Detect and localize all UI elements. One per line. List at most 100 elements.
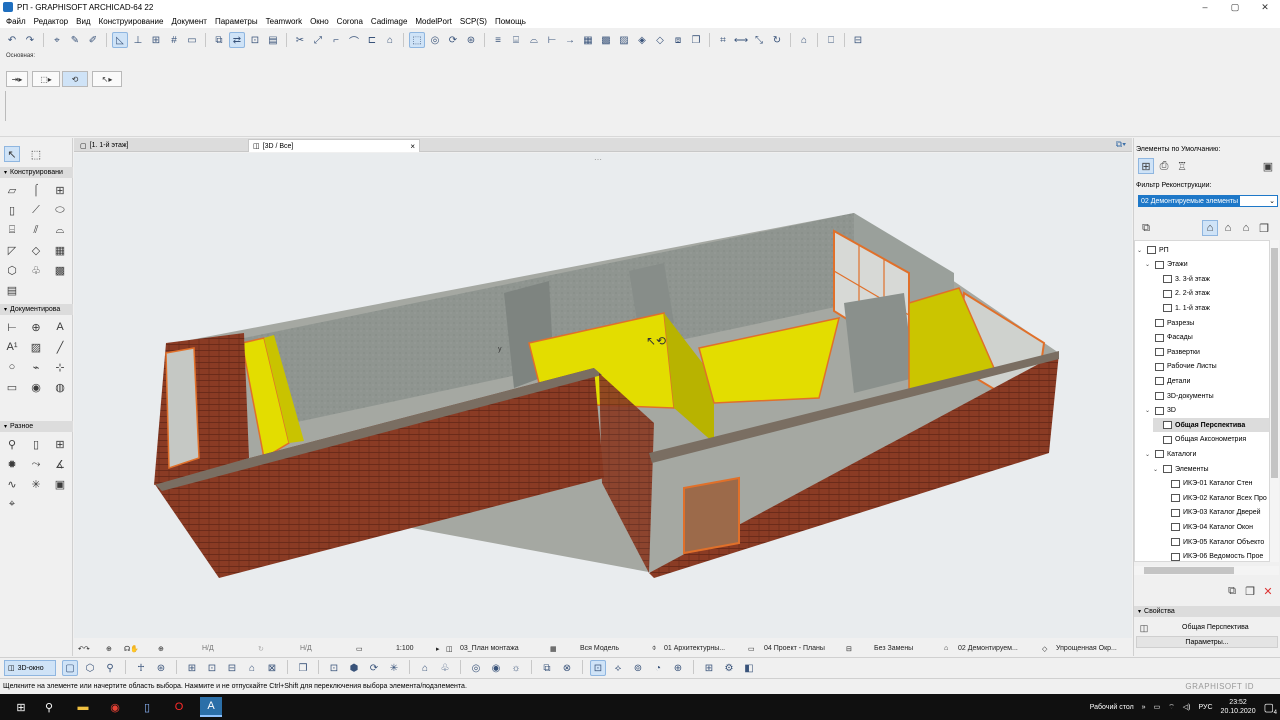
marquee-icon[interactable]: ⊡ xyxy=(247,32,263,48)
text-tool-icon[interactable]: A xyxy=(52,319,68,335)
tree-item[interactable]: 3. 3-й этаж xyxy=(1153,272,1269,286)
menu-help[interactable]: Помощь xyxy=(491,17,530,26)
tree-item[interactable]: ИКЭ-03 Каталог Дверей xyxy=(1161,506,1269,520)
panel-menu-icon[interactable]: ▣ xyxy=(1260,158,1276,174)
properties-header[interactable]: ▾ Свойства xyxy=(1134,606,1280,617)
settings-button[interactable]: Параметры... xyxy=(1136,636,1278,648)
render-view-icon[interactable]: ⊠ xyxy=(264,660,280,676)
tree-item[interactable]: ⌄ РП xyxy=(1137,243,1269,257)
3d-viewport[interactable]: ↖⟲ y ⋯ xyxy=(74,153,1132,638)
rotate-3d-icon[interactable]: ⟳ xyxy=(445,32,461,48)
rotate-icon[interactable]: ↻ xyxy=(258,643,264,654)
maximize-button[interactable]: ▢ xyxy=(1220,2,1250,13)
tray-chevron-icon[interactable]: » xyxy=(1142,704,1146,711)
selection-method-icon[interactable]: ⇥▸ xyxy=(6,71,28,87)
fill-tool-icon[interactable]: ▨ xyxy=(28,339,44,355)
clone-icon[interactable]: ❐ xyxy=(1242,583,1258,599)
door-tool-icon[interactable]: ⌠ xyxy=(28,182,44,198)
tab-floor-plan[interactable]: ▢ [1. 1-й этаж] xyxy=(76,139,246,152)
copy-icon[interactable]: ❐ xyxy=(688,32,704,48)
worksheet-tool-icon[interactable]: ▯ xyxy=(28,436,44,452)
settings-3d-icon[interactable]: ⚙ xyxy=(721,660,737,676)
lamp-tool-icon[interactable]: ✹ xyxy=(4,456,20,472)
zone-icon[interactable]: ◈ xyxy=(634,32,650,48)
offset-icon[interactable]: ⊏ xyxy=(364,32,380,48)
menu-window[interactable]: Окно xyxy=(306,17,333,26)
scale-value[interactable]: 1:100 xyxy=(396,643,414,654)
tree-toggle-icon[interactable]: ⌄ xyxy=(1153,466,1160,473)
eyedropper-icon[interactable]: ✎ xyxy=(67,32,83,48)
solid-operations-icon[interactable]: ◎ xyxy=(427,32,443,48)
dimension-value[interactable]: 04 Проект - Планы xyxy=(764,643,825,654)
section-box-icon[interactable]: ⧉ xyxy=(539,660,555,676)
stair-tool-icon[interactable]: ⌸ xyxy=(4,222,20,238)
polyline-tool-icon[interactable]: ⌁ xyxy=(28,359,44,375)
roof-tool-icon[interactable]: ⌓ xyxy=(52,222,68,238)
notification-icon[interactable]: ▢ 4 xyxy=(1264,701,1277,716)
windows-start-icon[interactable]: ⊞ xyxy=(10,697,32,717)
tab-3d-view[interactable]: ◫ [3D / Все] × xyxy=(248,139,420,152)
pen-set-value[interactable]: 01 Архитектурны... xyxy=(664,643,725,654)
tree-item[interactable]: ⌄ Каталоги xyxy=(1145,447,1269,461)
pattern-icon[interactable]: ▩ xyxy=(598,32,614,48)
scale-field-1[interactable]: Н/Д xyxy=(202,643,214,654)
tree-item[interactable]: ⌄ Этажи xyxy=(1145,258,1269,272)
book-icon[interactable]: ⎕ xyxy=(823,32,839,48)
volume-icon[interactable]: ◁) xyxy=(1183,703,1191,711)
file-explorer-icon[interactable]: ▬ xyxy=(72,697,94,717)
tree-toggle-icon[interactable]: ⌄ xyxy=(1145,451,1152,458)
suspend-groups-icon[interactable]: ▭ xyxy=(184,32,200,48)
star-tool-icon[interactable]: ✳ xyxy=(28,476,44,492)
split-icon[interactable]: ✂ xyxy=(292,32,308,48)
hatch-icon[interactable]: ▦ xyxy=(580,32,596,48)
filter-icon[interactable]: ⊞ xyxy=(701,660,717,676)
tree-icon[interactable]: ♧ xyxy=(437,660,453,676)
section-tool-icon[interactable]: ◉ xyxy=(28,379,44,395)
scale-field-2[interactable]: Н/Д xyxy=(300,643,312,654)
tree-item[interactable]: ⌄ Элементы xyxy=(1153,462,1269,476)
grid-tool-icon[interactable]: ⚲ xyxy=(4,436,20,452)
structure-value[interactable]: Упрощенная Окр... xyxy=(1056,643,1117,654)
skylight-tool-icon[interactable]: ◇ xyxy=(28,242,44,258)
layout-book-icon[interactable]: ⌂ xyxy=(1238,220,1254,236)
menu-modelport[interactable]: ModelPort xyxy=(411,17,455,26)
override-value[interactable]: Без Замены xyxy=(874,643,913,654)
window-tool-icon[interactable]: ⊞ xyxy=(52,182,68,198)
camera-tool-icon[interactable]: ⌖ xyxy=(4,496,20,512)
menu-document[interactable]: Документ xyxy=(167,17,211,26)
beam-tool-icon[interactable]: ⟋ xyxy=(28,202,44,218)
network-icon[interactable]: ▭ xyxy=(1154,703,1161,711)
menu-corona[interactable]: Corona xyxy=(333,17,367,26)
curtain-wall-tool-icon[interactable]: ▦ xyxy=(52,242,68,258)
misc-section-header[interactable]: ▾ Разное xyxy=(0,421,73,432)
archicad-taskbar-icon[interactable]: A xyxy=(200,697,222,717)
stack-icon[interactable]: ⧈ xyxy=(670,32,686,48)
tree-item[interactable]: ИКЭ-02 Каталог Всех Про xyxy=(1161,491,1269,505)
project-map-menu-icon[interactable]: ⧉ xyxy=(1138,220,1154,236)
tree-item[interactable]: Общая Аксонометрия xyxy=(1153,433,1269,447)
tree-item[interactable]: 2. 2-й этаж xyxy=(1153,287,1269,301)
trace-icon[interactable]: ⧉ xyxy=(211,32,227,48)
cube-icon[interactable]: ⬢ xyxy=(346,660,362,676)
arrow-tool-options-icon[interactable]: ↖▸ xyxy=(92,71,122,87)
mirror-icon[interactable]: ⟷ xyxy=(733,32,749,48)
menu-teamwork[interactable]: Teamwork xyxy=(262,17,306,26)
wifi-icon[interactable]: ⌔ xyxy=(1168,703,1175,712)
zone-tool-icon[interactable]: ▩ xyxy=(52,262,68,278)
intersect-icon[interactable]: ⌐ xyxy=(328,32,344,48)
tree-item[interactable]: Фасады xyxy=(1145,331,1269,345)
tab-overflow-icon[interactable]: ⧉▾ xyxy=(1116,139,1126,150)
level-dimension-tool-icon[interactable]: ⊕ xyxy=(28,319,44,335)
home-icon[interactable]: ⌂ xyxy=(796,32,812,48)
marquee-tool-icon[interactable]: ⬚ xyxy=(28,146,44,162)
magic-wand-icon[interactable]: ⬚ xyxy=(409,32,425,48)
selection-box-icon[interactable]: ⊡ xyxy=(326,660,342,676)
wave-tool-icon[interactable]: ∿ xyxy=(4,476,20,492)
tree-toggle-icon[interactable]: ⌄ xyxy=(1137,247,1144,254)
walk-icon[interactable]: ⚲ xyxy=(102,660,118,676)
frame-view-icon[interactable]: ⊟ xyxy=(224,660,240,676)
defaults-grid-icon[interactable]: ⊞ xyxy=(1138,158,1154,174)
selection-filter-icon[interactable]: ⇄ xyxy=(229,32,245,48)
palette-icon[interactable]: ◧ xyxy=(741,660,757,676)
morph-tool-icon[interactable]: ⬡ xyxy=(4,262,20,278)
